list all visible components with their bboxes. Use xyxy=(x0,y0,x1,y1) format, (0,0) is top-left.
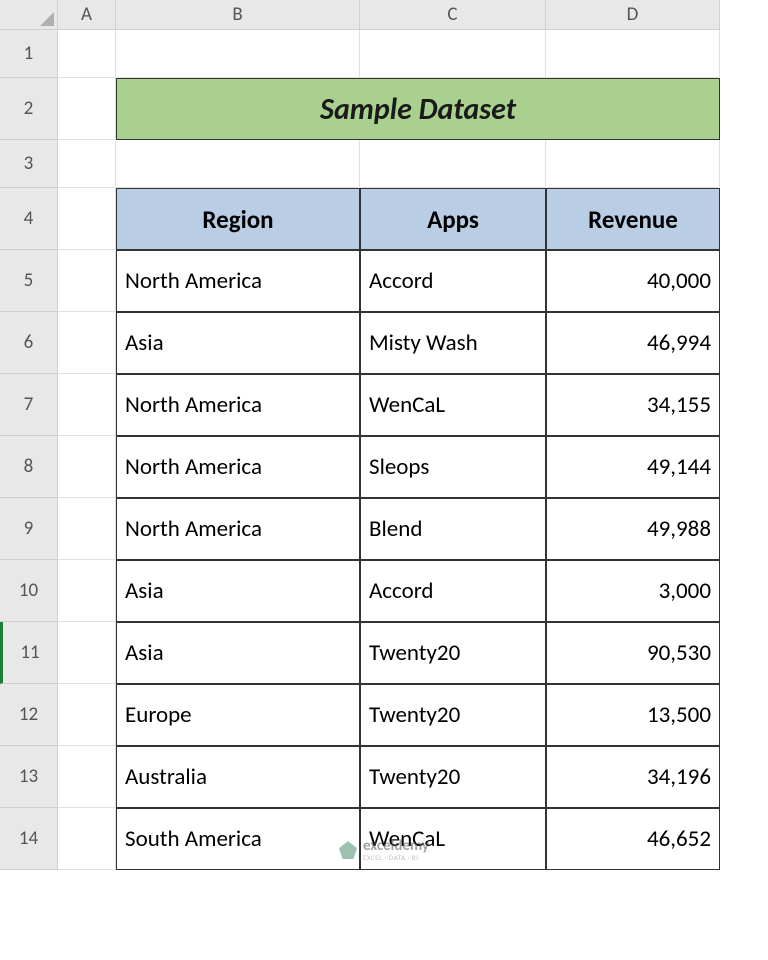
row-header-9[interactable]: 9 xyxy=(0,498,58,560)
cell-a13[interactable] xyxy=(58,746,116,808)
header-apps[interactable]: Apps xyxy=(360,188,546,250)
col-header-a[interactable]: A xyxy=(58,0,116,30)
cell-region-9[interactable]: South America xyxy=(116,808,360,870)
cell-region-2[interactable]: North America xyxy=(116,374,360,436)
cell-apps-1[interactable]: Misty Wash xyxy=(360,312,546,374)
row-header-11[interactable]: 11 xyxy=(0,622,58,684)
cell-a7[interactable] xyxy=(58,374,116,436)
cell-apps-2[interactable]: WenCaL xyxy=(360,374,546,436)
col-header-c[interactable]: C xyxy=(360,0,546,30)
cell-revenue-7[interactable]: 13,500 xyxy=(546,684,720,746)
cell-a2[interactable] xyxy=(58,78,116,140)
cell-revenue-1[interactable]: 46,994 xyxy=(546,312,720,374)
cell-a4[interactable] xyxy=(58,188,116,250)
cell-revenue-9[interactable]: 46,652 xyxy=(546,808,720,870)
row-header-6[interactable]: 6 xyxy=(0,312,58,374)
cell-apps-5[interactable]: Accord xyxy=(360,560,546,622)
cell-a9[interactable] xyxy=(58,498,116,560)
cell-revenue-2[interactable]: 34,155 xyxy=(546,374,720,436)
row-header-14[interactable]: 14 xyxy=(0,808,58,870)
row-header-8[interactable]: 8 xyxy=(0,436,58,498)
col-header-d[interactable]: D xyxy=(546,0,720,30)
cell-d1[interactable] xyxy=(546,30,720,78)
cell-apps-0[interactable]: Accord xyxy=(360,250,546,312)
cell-revenue-6[interactable]: 90,530 xyxy=(546,622,720,684)
cell-region-8[interactable]: Australia xyxy=(116,746,360,808)
cell-a11[interactable] xyxy=(58,622,116,684)
col-header-b[interactable]: B xyxy=(116,0,360,30)
cell-revenue-3[interactable]: 49,144 xyxy=(546,436,720,498)
watermark-text: exceldemy EXCEL · DATA · BI xyxy=(363,839,429,861)
cell-a1[interactable] xyxy=(58,30,116,78)
cell-revenue-0[interactable]: 40,000 xyxy=(546,250,720,312)
cell-a14[interactable] xyxy=(58,808,116,870)
cell-apps-7[interactable]: Twenty20 xyxy=(360,684,546,746)
cell-a8[interactable] xyxy=(58,436,116,498)
watermark: exceldemy EXCEL · DATA · BI xyxy=(339,839,429,861)
row-header-2[interactable]: 2 xyxy=(0,78,58,140)
cell-apps-6[interactable]: Twenty20 xyxy=(360,622,546,684)
header-revenue[interactable]: Revenue xyxy=(546,188,720,250)
cell-a5[interactable] xyxy=(58,250,116,312)
select-all-corner[interactable] xyxy=(0,0,58,30)
cell-c3[interactable] xyxy=(360,140,546,188)
cell-a10[interactable] xyxy=(58,560,116,622)
cell-b1[interactable] xyxy=(116,30,360,78)
row-header-3[interactable]: 3 xyxy=(0,140,58,188)
cell-c1[interactable] xyxy=(360,30,546,78)
title-cell[interactable]: Sample Dataset xyxy=(116,78,720,140)
cell-revenue-5[interactable]: 3,000 xyxy=(546,560,720,622)
cell-a3[interactable] xyxy=(58,140,116,188)
row-header-12[interactable]: 12 xyxy=(0,684,58,746)
cell-a12[interactable] xyxy=(58,684,116,746)
spreadsheet-grid: A B C D 1 2 Sample Dataset 3 4 Region Ap… xyxy=(0,0,768,870)
cell-apps-3[interactable]: Sleops xyxy=(360,436,546,498)
cell-region-1[interactable]: Asia xyxy=(116,312,360,374)
row-header-13[interactable]: 13 xyxy=(0,746,58,808)
cell-d3[interactable] xyxy=(546,140,720,188)
cell-apps-4[interactable]: Blend xyxy=(360,498,546,560)
row-header-4[interactable]: 4 xyxy=(0,188,58,250)
header-region[interactable]: Region xyxy=(116,188,360,250)
cell-region-6[interactable]: Asia xyxy=(116,622,360,684)
row-header-7[interactable]: 7 xyxy=(0,374,58,436)
cell-apps-8[interactable]: Twenty20 xyxy=(360,746,546,808)
cell-region-4[interactable]: North America xyxy=(116,498,360,560)
cell-a6[interactable] xyxy=(58,312,116,374)
cell-region-7[interactable]: Europe xyxy=(116,684,360,746)
cell-region-3[interactable]: North America xyxy=(116,436,360,498)
cell-region-5[interactable]: Asia xyxy=(116,560,360,622)
cell-revenue-4[interactable]: 49,988 xyxy=(546,498,720,560)
watermark-sub: EXCEL · DATA · BI xyxy=(363,854,429,861)
cell-b3[interactable] xyxy=(116,140,360,188)
cell-region-0[interactable]: North America xyxy=(116,250,360,312)
row-header-10[interactable]: 10 xyxy=(0,560,58,622)
watermark-name: exceldemy xyxy=(363,839,429,854)
row-header-5[interactable]: 5 xyxy=(0,250,58,312)
row-header-1[interactable]: 1 xyxy=(0,30,58,78)
cell-revenue-8[interactable]: 34,196 xyxy=(546,746,720,808)
watermark-icon xyxy=(339,841,357,859)
